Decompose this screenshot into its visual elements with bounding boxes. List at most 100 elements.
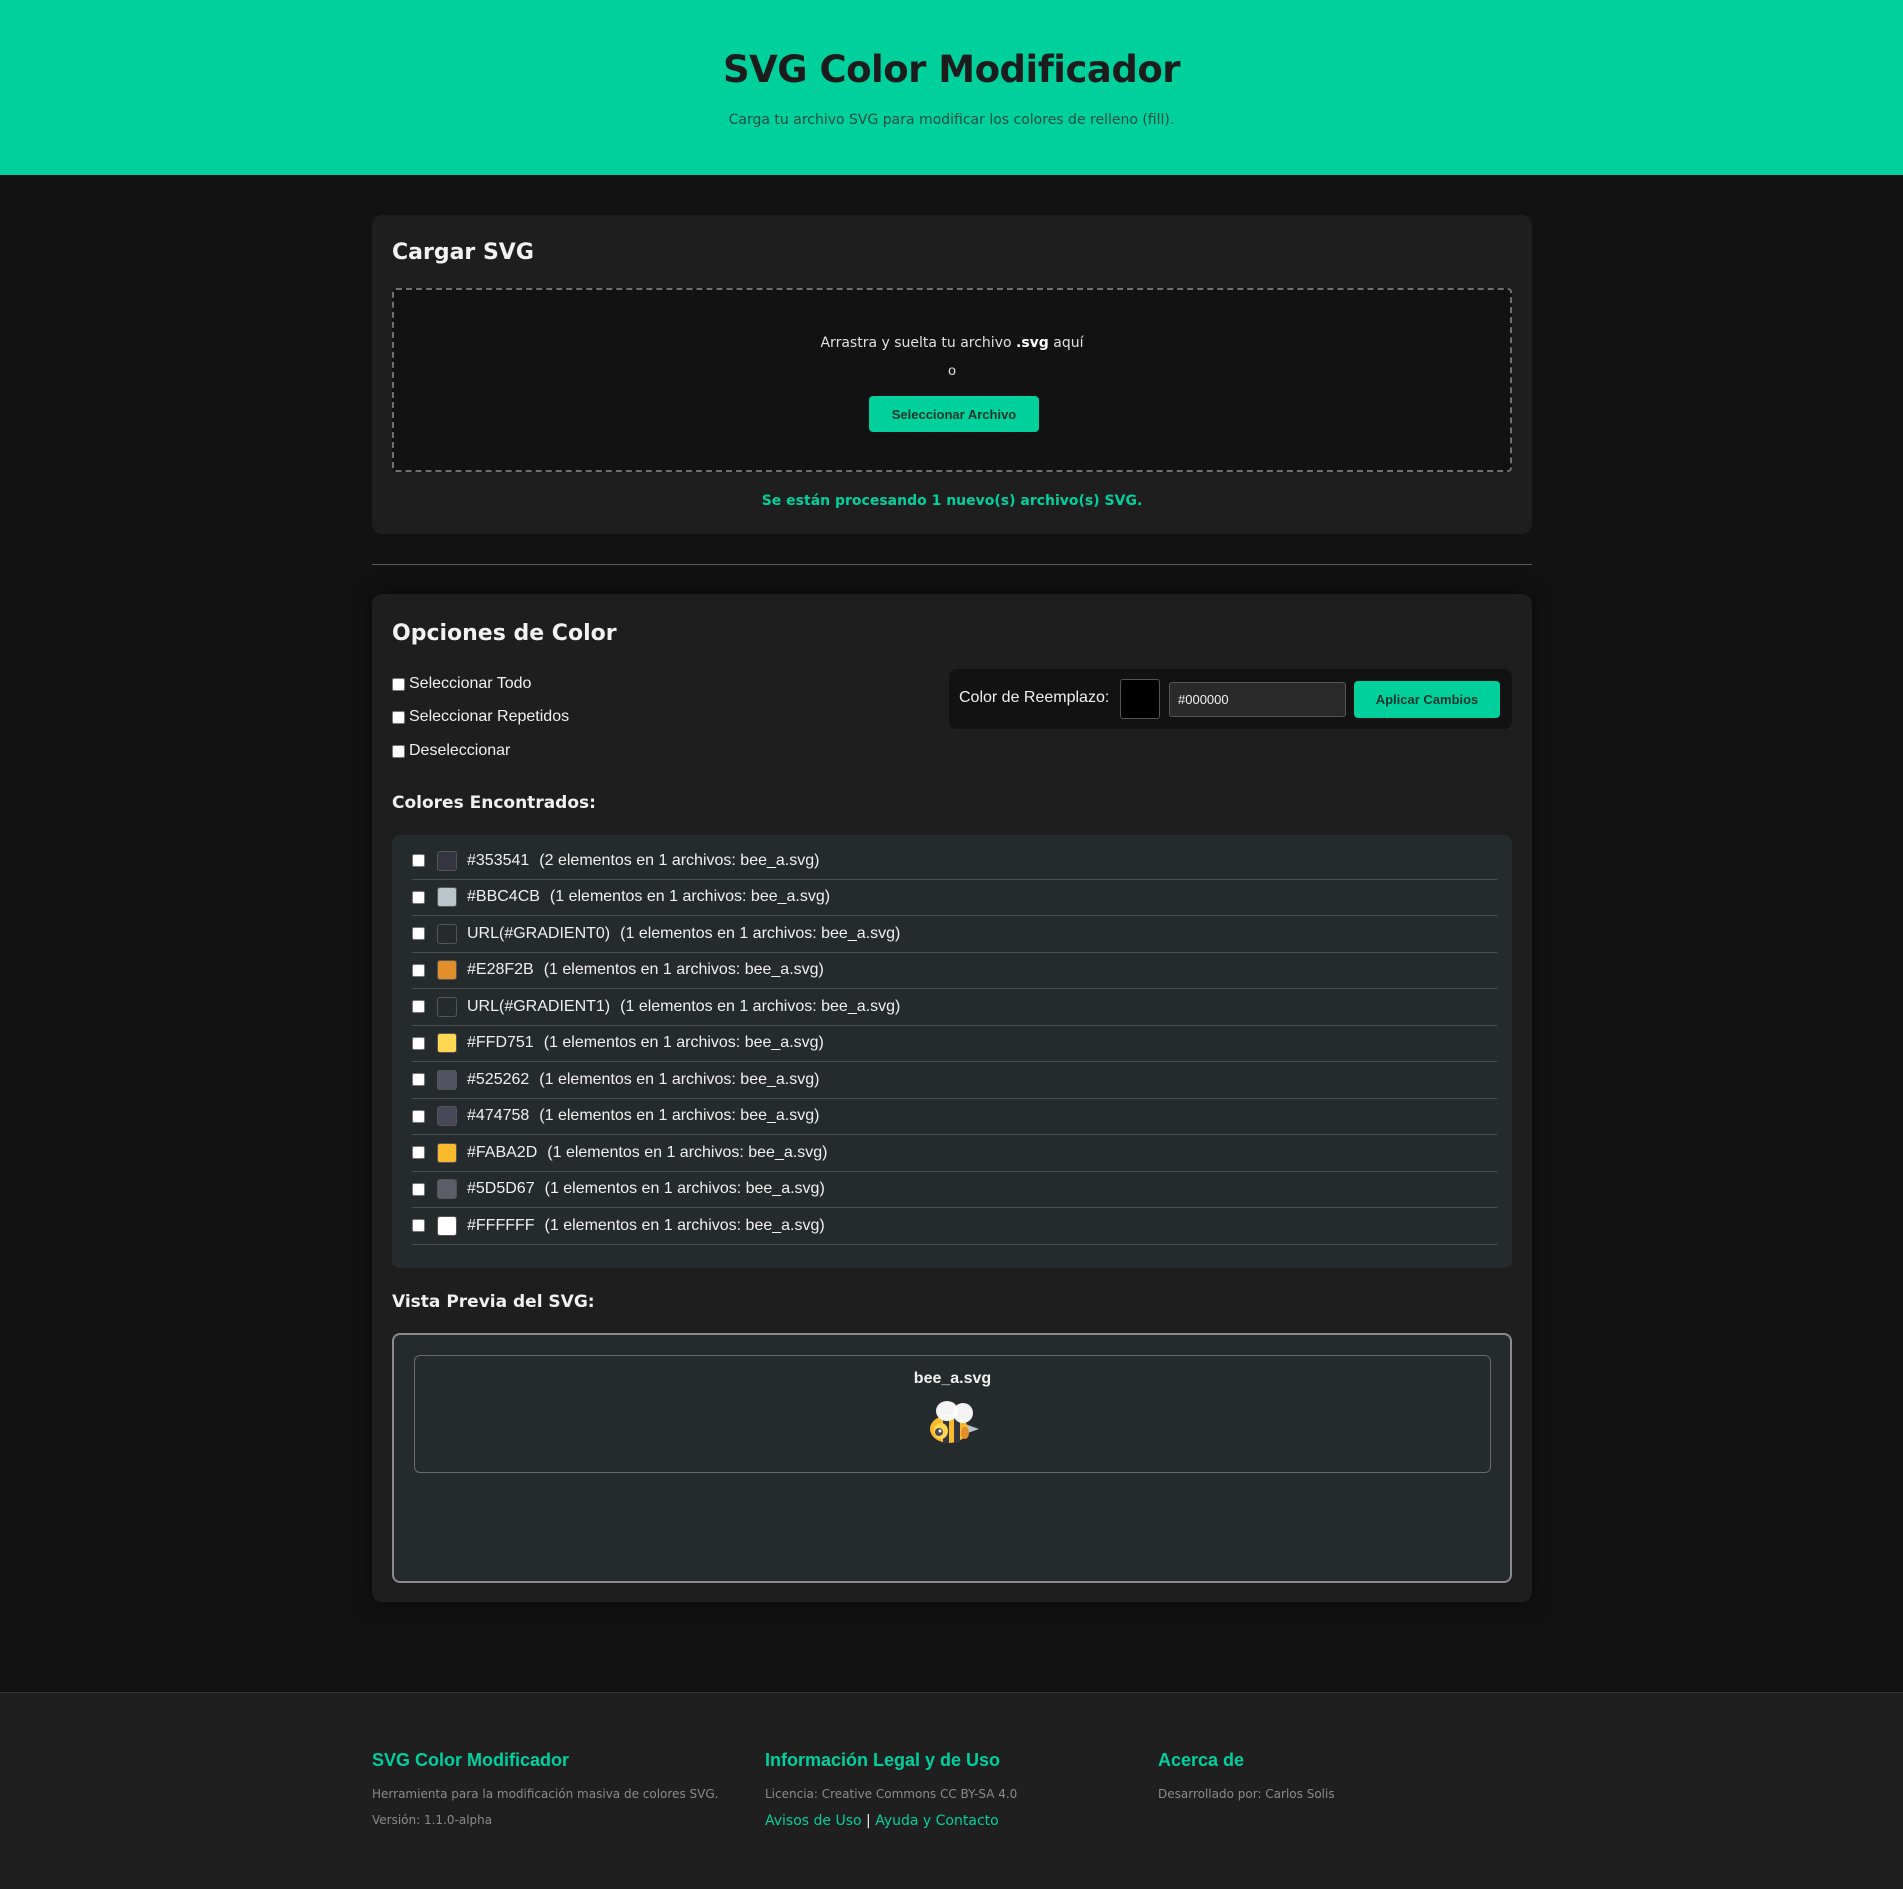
color-row-checkbox[interactable]	[412, 854, 425, 868]
select-all-label: Seleccionar Todo	[409, 675, 532, 692]
upload-status: Se están procesando 1 nuevo(s) archivo(s…	[761, 493, 1143, 509]
footer-legal-title: Información Legal y de Uso	[765, 1750, 1001, 1770]
color-hex: #BBC4CB	[467, 888, 540, 906]
color-swatch	[437, 996, 457, 1017]
apply-changes-button[interactable]: Aplicar Cambios	[1354, 681, 1500, 718]
found-colors-list: #353541 (2 elementos en 1 archivos: bee_a…	[392, 835, 1512, 1268]
color-info: (1 elementos en 1 archivos: bee_a.svg)	[543, 1034, 824, 1052]
footer-app-title: SVG Color Modificador	[372, 1750, 570, 1770]
color-row[interactable]: #BBC4CB (1 elementos en 1 archivos: bee_a…	[412, 880, 1497, 916]
color-row[interactable]: #E28F2B (1 elementos en 1 archivos: bee_a…	[412, 953, 1497, 989]
preview-item: bee_a.svg	[414, 1355, 1491, 1473]
footer-app-description: Herramienta para la modificación masiva …	[372, 1787, 719, 1801]
color-row[interactable]: #5D5D67 (1 elementos en 1 archivos: bee_a…	[412, 1172, 1497, 1208]
color-info: (2 elementos en 1 archivos: bee_a.svg)	[539, 851, 820, 869]
color-swatch	[437, 1215, 457, 1236]
drop-zone[interactable]: Arrastra y suelta tu archivo .svg aquí o…	[392, 288, 1512, 472]
select-file-button[interactable]: Seleccionar Archivo	[869, 396, 1039, 432]
page-header: SVG Color Modificador Carga tu archivo S…	[0, 0, 1903, 175]
deselect-label: Deseleccionar	[409, 742, 511, 759]
svg-preview-area: bee_a.svg	[392, 1333, 1512, 1583]
footer-col-legal: Información Legal y de Uso Licencia: Cre…	[765, 1750, 1017, 1829]
color-info: (1 elementos en 1 archivos: bee_a.svg)	[620, 997, 901, 1015]
drop-text-ext: .svg	[1016, 335, 1049, 351]
replace-color-picker[interactable]	[1120, 679, 1160, 719]
color-row-checkbox[interactable]	[412, 1073, 425, 1087]
color-row-checkbox[interactable]	[412, 1000, 425, 1014]
select-all-checkbox[interactable]	[392, 677, 405, 691]
color-hex: #353541	[467, 851, 530, 869]
color-swatch	[437, 1142, 457, 1163]
drop-zone-or: o	[948, 362, 956, 378]
deselect-checkbox[interactable]	[392, 744, 405, 758]
footer-col-about: Acerca de Desarrollado por: Carlos Solis	[1158, 1750, 1335, 1813]
color-row[interactable]: #474758 (1 elementos en 1 archivos: bee_a…	[412, 1099, 1497, 1135]
color-info: (1 elementos en 1 archivos: bee_a.svg)	[544, 1216, 825, 1234]
deselect-option[interactable]: Deseleccionar	[392, 742, 510, 760]
select-all-option[interactable]: Seleccionar Todo	[392, 675, 531, 693]
bee-preview-image	[930, 1401, 979, 1443]
color-hex: #E28F2B	[467, 961, 534, 979]
color-row[interactable]: #FABA2D (1 elementos en 1 archivos: bee_a…	[412, 1135, 1497, 1172]
select-repeated-checkbox[interactable]	[392, 710, 405, 724]
color-swatch	[437, 960, 457, 981]
color-hex: #FABA2D	[467, 1143, 538, 1161]
color-hex: #474758	[467, 1107, 530, 1125]
color-swatch	[437, 1106, 457, 1127]
color-swatch	[437, 1033, 457, 1054]
drop-zone-text: Arrastra y suelta tu archivo .svg aquí	[394, 335, 1510, 351]
color-info: (1 elementos en 1 archivos: bee_a.svg)	[539, 1107, 820, 1125]
color-info: (1 elementos en 1 archivos: bee_a.svg)	[544, 1180, 825, 1198]
page-subtitle: Carga tu archivo SVG para modificar los …	[728, 112, 1175, 128]
color-row-checkbox[interactable]	[412, 890, 425, 904]
color-row[interactable]: URL(#GRADIENT0) (1 elementos en 1 archivo…	[412, 916, 1497, 953]
color-row[interactable]: #353541 (2 elementos en 1 archivos: bee_a…	[412, 843, 1497, 880]
color-info: (1 elementos en 1 archivos: bee_a.svg)	[549, 888, 831, 906]
color-row[interactable]: #525262 (1 elementos en 1 archivos: bee_a…	[412, 1062, 1497, 1099]
color-row[interactable]: #FFFFFF (1 elementos en 1 archivos: bee_a…	[412, 1208, 1497, 1245]
color-row-checkbox[interactable]	[412, 1109, 425, 1123]
color-hex: #FFFFFF	[467, 1216, 535, 1234]
color-row-checkbox[interactable]	[412, 927, 425, 941]
footer-author: Desarrollado por: Carlos Solis	[1158, 1787, 1335, 1801]
footer-about-title: Acerca de	[1158, 1750, 1245, 1770]
color-row[interactable]: #FFD751 (1 elementos en 1 archivos: bee_a…	[412, 1026, 1497, 1062]
color-swatch	[437, 887, 457, 908]
color-row-checkbox[interactable]	[412, 1219, 425, 1233]
section-divider	[372, 564, 1532, 565]
preview-file-name: bee_a.svg	[913, 1370, 992, 1387]
drop-text-prefix: Arrastra y suelta tu archivo	[820, 335, 1016, 351]
terms-link[interactable]: Avisos de Uso	[765, 1813, 862, 1829]
footer-links: Avisos de Uso | Ayuda y Contacto	[765, 1813, 1017, 1829]
color-row-checkbox[interactable]	[412, 1036, 425, 1050]
color-hex: #5D5D67	[467, 1180, 535, 1198]
color-hex: #525262	[467, 1070, 530, 1088]
replace-color-hex-input[interactable]	[1169, 682, 1346, 717]
select-repeated-option[interactable]: Seleccionar Repetidos	[392, 708, 569, 726]
color-row[interactable]: URL(#GRADIENT1) (1 elementos en 1 archivo…	[412, 989, 1497, 1026]
color-info: (1 elementos en 1 archivos: bee_a.svg)	[547, 1143, 828, 1161]
preview-title: Vista Previa del SVG:	[392, 1292, 595, 1312]
color-swatch	[437, 1069, 457, 1090]
color-swatch	[437, 923, 457, 944]
replace-color-panel: Color de Reemplazo: Aplicar Cambios	[949, 669, 1512, 729]
replace-color-label: Color de Reemplazo:	[959, 689, 1110, 706]
upload-card: Cargar SVG Arrastra y suelta tu archivo …	[372, 215, 1532, 534]
page-title: SVG Color Modificador	[722, 48, 1181, 91]
color-row-checkbox[interactable]	[412, 963, 425, 977]
footer-link-separator: |	[861, 1813, 876, 1829]
color-info: (1 elementos en 1 archivos: bee_a.svg)	[543, 961, 824, 979]
help-contact-link[interactable]: Ayuda y Contacto	[875, 1813, 998, 1829]
color-info: (1 elementos en 1 archivos: bee_a.svg)	[620, 924, 901, 942]
color-hex: URL(#GRADIENT0)	[467, 924, 611, 942]
drop-text-suffix: aquí	[1048, 335, 1084, 351]
color-row-checkbox[interactable]	[412, 1146, 425, 1160]
color-row-checkbox[interactable]	[412, 1182, 425, 1196]
color-options-card: Opciones de Color Seleccionar Todo Selec…	[372, 594, 1532, 1602]
color-swatch	[437, 1179, 457, 1200]
upload-title: Cargar SVG	[392, 240, 534, 265]
footer-version: Versión: 1.1.0-alpha	[372, 1813, 493, 1827]
color-swatch	[437, 850, 457, 871]
found-colors-title: Colores Encontrados:	[392, 793, 596, 813]
select-repeated-label: Seleccionar Repetidos	[409, 708, 570, 725]
